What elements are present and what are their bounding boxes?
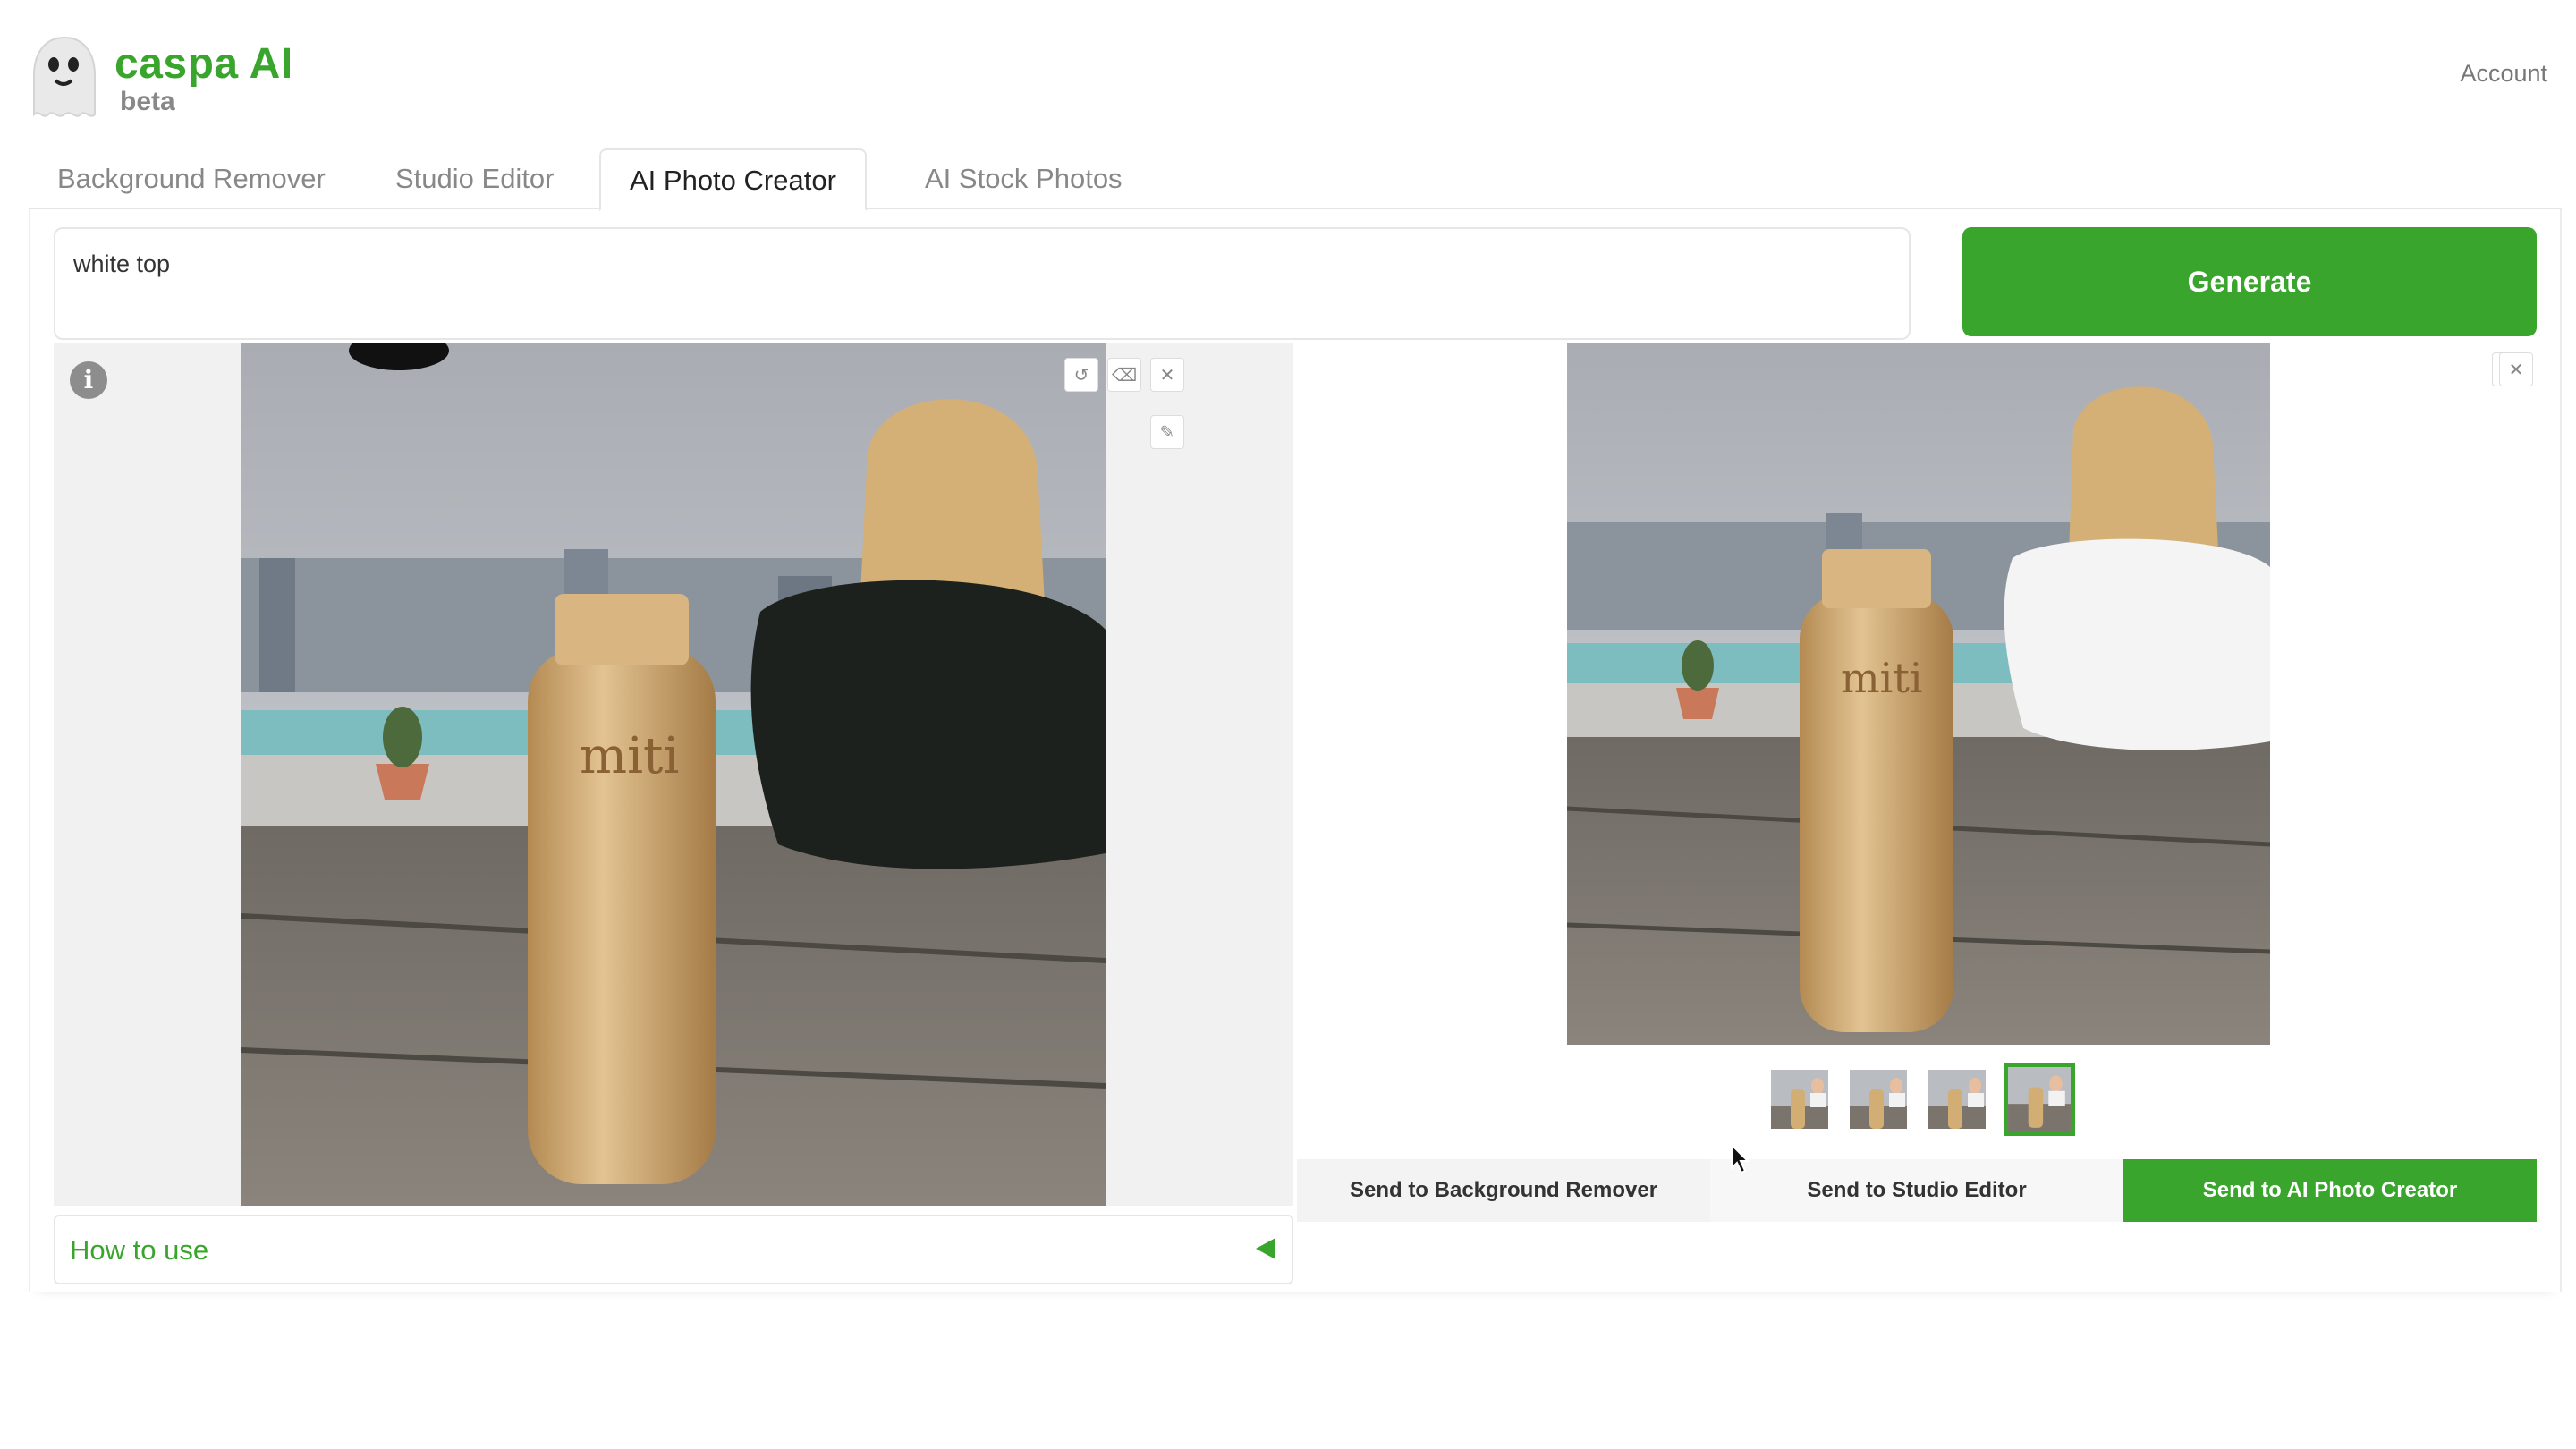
app-header: caspa AI beta Account — [0, 0, 2576, 143]
brush-icon[interactable]: ✎ — [1150, 415, 1184, 449]
brand-name: caspa AI — [114, 40, 293, 88]
send-to-background-remover-button[interactable]: Send to Background Remover — [1297, 1159, 1710, 1222]
close-icon[interactable]: ✕ — [2499, 352, 2533, 386]
variant-thumbnail-2[interactable] — [1848, 1068, 1909, 1131]
svg-text:miti: miti — [580, 727, 679, 785]
send-to-studio-editor-button[interactable]: Send to Studio Editor — [1710, 1159, 2123, 1222]
variant-thumbnail-4[interactable] — [2004, 1063, 2075, 1136]
info-icon[interactable]: i — [70, 361, 107, 399]
caret-left-icon[interactable] — [1256, 1238, 1275, 1259]
generate-button[interactable]: Generate — [1962, 227, 2537, 336]
mouse-cursor-icon — [1731, 1143, 1750, 1174]
tab-ai-photo-creator[interactable]: AI Photo Creator — [599, 148, 867, 211]
tab-background-remover[interactable]: Background Remover — [29, 148, 354, 209]
logo[interactable]: caspa AI beta — [30, 32, 299, 131]
result-image: miti — [1567, 343, 2270, 1045]
tab-studio-editor[interactable]: Studio Editor — [367, 148, 583, 209]
svg-text:miti: miti — [1841, 654, 1923, 702]
send-actions: Send to Background Remover Send to Studi… — [1297, 1159, 2537, 1222]
variant-thumbnail-1[interactable] — [1769, 1068, 1830, 1131]
tab-ai-stock-photos[interactable]: AI Stock Photos — [896, 148, 1151, 209]
close-icon[interactable]: ✕ — [1150, 358, 1184, 392]
how-to-use-accordion[interactable]: How to use — [54, 1215, 1293, 1284]
tool-tabs: Background Remover Studio Editor AI Phot… — [29, 148, 2562, 211]
beta-badge: beta — [120, 87, 175, 116]
eraser-icon[interactable]: ⌫ — [1107, 358, 1141, 392]
prompt-input[interactable]: white top — [54, 227, 1911, 340]
result-viewer: miti ⤓ ✕ — [1297, 343, 2537, 1157]
send-to-ai-photo-creator-button[interactable]: Send to AI Photo Creator — [2123, 1159, 2537, 1222]
source-image[interactable]: miti — [242, 343, 1106, 1206]
account-link[interactable]: Account — [2460, 57, 2547, 89]
how-to-use-label: How to use — [70, 1234, 209, 1266]
ghost-logo-icon — [33, 36, 96, 117]
mask-editor[interactable]: i miti ↺ ⌫ ✕ ✎ — [54, 343, 1293, 1206]
variant-thumbnail-3[interactable] — [1927, 1068, 1987, 1131]
undo-icon[interactable]: ↺ — [1064, 358, 1098, 392]
